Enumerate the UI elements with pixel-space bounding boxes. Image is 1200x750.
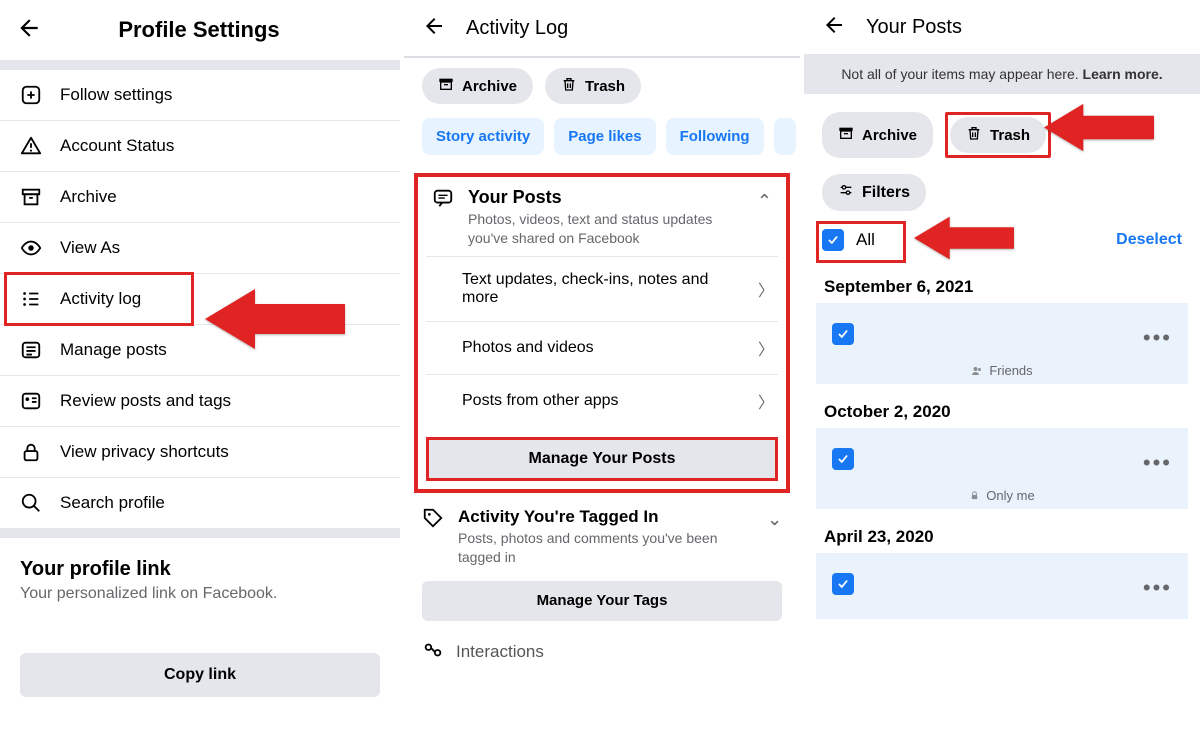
notice-banner: Not all of your items may appear here. L… (804, 54, 1200, 94)
photos-videos-item[interactable]: Photos and videos〉 (426, 321, 778, 374)
more-icon[interactable]: ••• (1143, 450, 1172, 476)
trash-button[interactable]: Trash (545, 68, 641, 104)
page-title: Your Posts (866, 16, 962, 39)
more-icon[interactable]: ••• (1143, 575, 1172, 601)
your-posts-title: Your Posts (468, 187, 743, 208)
item-label: Activity log (60, 289, 141, 309)
back-arrow-icon[interactable] (422, 14, 446, 42)
item-label: Follow settings (60, 85, 172, 105)
chevron-right-icon: 〉 (758, 277, 774, 301)
other-apps-item[interactable]: Posts from other apps〉 (426, 374, 778, 427)
post-checkbox[interactable] (832, 448, 854, 470)
all-label: All (856, 230, 875, 250)
manage-your-tags-button[interactable]: Manage Your Tags (422, 581, 782, 621)
tag-icon (422, 507, 444, 534)
archive-button[interactable]: Archive (822, 112, 933, 158)
item-label: Search profile (60, 493, 165, 513)
chevron-down-icon[interactable]: ⌃ (767, 507, 782, 532)
warning-icon (20, 135, 42, 157)
review-icon (20, 390, 42, 412)
date-heading: April 23, 2020 (804, 515, 1200, 553)
trash-highlight: Trash (945, 112, 1051, 158)
plus-box-icon (20, 84, 42, 106)
archive-icon (20, 186, 42, 208)
trash-button[interactable]: Trash (950, 117, 1046, 153)
tagged-section[interactable]: Activity You're Tagged In Posts, photos … (404, 493, 800, 573)
archive-button[interactable]: Archive (422, 68, 533, 104)
item-label: Account Status (60, 136, 174, 156)
date-heading: October 2, 2020 (804, 390, 1200, 428)
sliders-icon (838, 182, 854, 203)
tagged-sub: Posts, photos and comments you've been t… (458, 529, 753, 567)
audience-label: Only me (832, 470, 1172, 503)
post-item[interactable]: ••• Only me (816, 428, 1188, 509)
archive-icon (838, 125, 854, 145)
archive-item[interactable]: Archive (0, 172, 400, 223)
tagged-title: Activity You're Tagged In (458, 507, 753, 527)
page-title: Profile Settings (14, 17, 384, 43)
chip-more[interactable] (774, 118, 796, 155)
chip-story-activity[interactable]: Story activity (422, 118, 544, 155)
annotation-arrow (914, 213, 1014, 268)
deselect-link[interactable]: Deselect (1116, 231, 1182, 249)
archive-icon (438, 76, 454, 96)
profile-settings-panel: Profile Settings Follow settings Account… (0, 0, 400, 750)
copy-link-button[interactable]: Copy link (20, 653, 380, 697)
post-item[interactable]: ••• Friends (816, 303, 1188, 384)
trash-icon (966, 125, 982, 145)
activity-log-panel: Activity Log Archive Trash Story activit… (400, 0, 800, 750)
follow-settings-item[interactable]: Follow settings (0, 70, 400, 121)
audience-label: Friends (832, 345, 1172, 378)
profile-link-sub: Your personalized link on Facebook. (20, 585, 380, 603)
chevron-up-icon[interactable]: ⌃ (757, 187, 772, 212)
lock-icon (20, 441, 42, 463)
manage-your-posts-button[interactable]: Manage Your Posts (426, 437, 778, 481)
interactions-icon (422, 639, 444, 666)
chip-page-likes[interactable]: Page likes (554, 118, 655, 155)
filters-button[interactable]: Filters (822, 174, 926, 211)
item-label: View privacy shortcuts (60, 442, 229, 462)
search-profile-item[interactable]: Search profile (0, 478, 400, 528)
post-checkbox[interactable] (832, 323, 854, 345)
interactions-section[interactable]: Interactions (404, 629, 800, 666)
post-item[interactable]: ••• (816, 553, 1188, 619)
account-status-item[interactable]: Account Status (0, 121, 400, 172)
item-label: View As (60, 238, 120, 258)
review-posts-item[interactable]: Review posts and tags (0, 376, 400, 427)
privacy-shortcuts-item[interactable]: View privacy shortcuts (0, 427, 400, 478)
select-all-checkbox[interactable] (822, 229, 844, 251)
text-updates-item[interactable]: Text updates, check-ins, notes and more〉 (426, 256, 778, 321)
item-label: Manage posts (60, 340, 167, 360)
posts-icon (20, 339, 42, 361)
eye-icon (20, 237, 42, 259)
back-arrow-icon[interactable] (822, 13, 846, 41)
your-posts-panel: Your Posts Not all of your items may app… (800, 0, 1200, 750)
chip-following[interactable]: Following (666, 118, 764, 155)
view-as-item[interactable]: View As (0, 223, 400, 274)
list-icon (20, 288, 42, 310)
item-label: Archive (60, 187, 117, 207)
speech-icon (432, 187, 454, 214)
annotation-arrow (205, 284, 345, 359)
your-posts-section-highlight: Your Posts Photos, videos, text and stat… (414, 173, 790, 493)
date-heading: September 6, 2021 (804, 265, 1200, 303)
select-all-row: All 40 Deselect (804, 221, 1200, 265)
page-title: Activity Log (466, 17, 568, 40)
search-icon (20, 492, 42, 514)
learn-more-link[interactable]: Learn more. (1083, 66, 1163, 82)
item-label: Review posts and tags (60, 391, 231, 411)
chevron-right-icon: 〉 (758, 336, 774, 360)
profile-link-title: Your profile link (20, 558, 380, 581)
post-checkbox[interactable] (832, 573, 854, 595)
chevron-right-icon: 〉 (758, 389, 774, 413)
more-icon[interactable]: ••• (1143, 325, 1172, 351)
trash-icon (561, 76, 577, 96)
your-posts-sub: Photos, videos, text and status updates … (468, 210, 743, 248)
annotation-arrow (1044, 100, 1154, 160)
